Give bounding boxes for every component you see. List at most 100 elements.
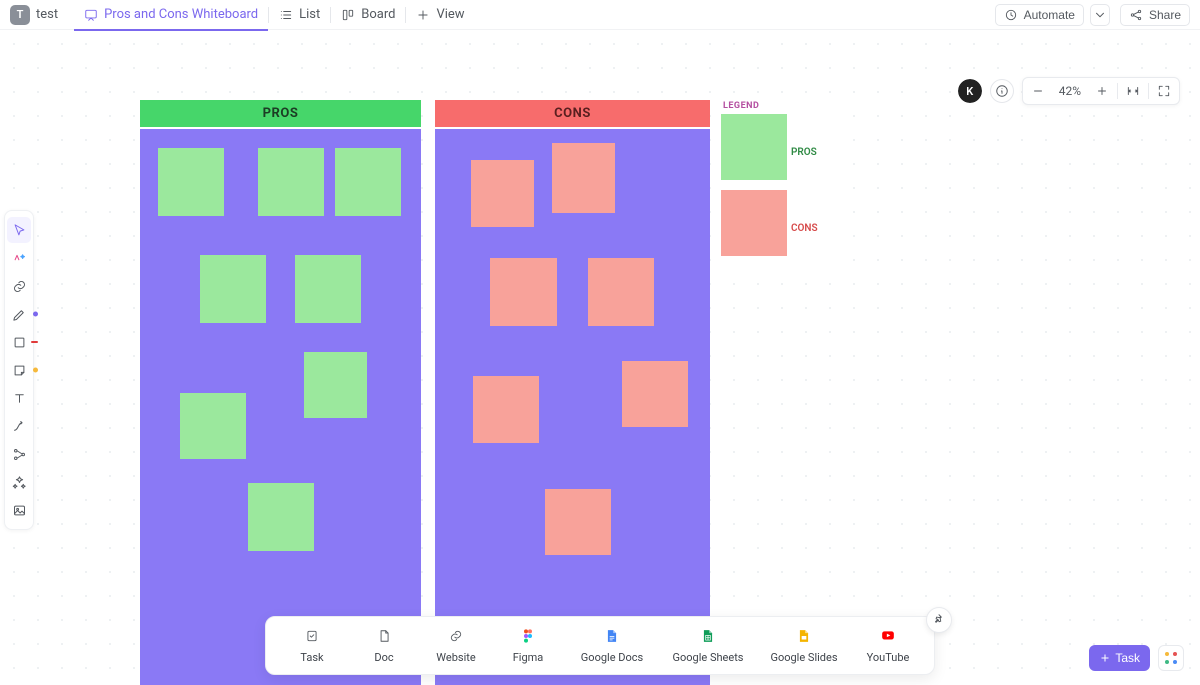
connector-tool[interactable]	[7, 413, 31, 439]
ai-sparkle-icon	[12, 251, 27, 266]
fit-width-icon	[1126, 84, 1140, 98]
insert-youtube[interactable]: YouTube	[852, 623, 924, 668]
tab-label: List	[299, 7, 320, 22]
zoom-out-button[interactable]	[1023, 77, 1053, 105]
sticky-tool[interactable]	[7, 357, 31, 383]
list-icon	[279, 8, 293, 22]
pen-color-indicator	[33, 312, 38, 317]
cons-note[interactable]	[545, 489, 611, 555]
link-tool[interactable]	[7, 273, 31, 299]
share-button[interactable]: Share	[1120, 4, 1190, 26]
task-label: Task	[1115, 651, 1140, 665]
cons-note[interactable]	[622, 361, 688, 427]
legend-swatch	[721, 114, 787, 180]
cons-note[interactable]	[552, 143, 615, 213]
insert-google-slides[interactable]: Google Slides	[756, 623, 852, 668]
fit-width-button[interactable]	[1118, 77, 1148, 105]
shape-color-indicator	[31, 341, 38, 343]
automate-dropdown[interactable]	[1090, 4, 1110, 26]
new-task-button[interactable]: Task	[1089, 645, 1150, 671]
space-badge[interactable]: T	[10, 5, 30, 25]
task-icon	[305, 629, 319, 643]
insert-bar: Task Doc Website Figma Google Docs Go	[265, 616, 935, 675]
cons-header[interactable]: CONS	[435, 100, 710, 127]
image-tool[interactable]	[7, 497, 31, 523]
sparkles-icon	[12, 475, 27, 490]
automate-button[interactable]: Automate	[995, 4, 1084, 26]
globe-link-icon	[449, 629, 463, 643]
plus-icon	[416, 8, 430, 22]
doc-icon	[377, 629, 391, 643]
insert-label: Google Docs	[581, 651, 643, 664]
info-button[interactable]	[990, 79, 1014, 103]
pros-note[interactable]	[258, 148, 324, 216]
select-tool[interactable]	[7, 217, 31, 243]
cursor-icon	[12, 223, 27, 238]
legend-label: PROS	[791, 147, 817, 158]
insert-google-docs[interactable]: Google Docs	[564, 623, 660, 668]
cons-note[interactable]	[588, 258, 654, 326]
image-icon	[12, 503, 27, 518]
gsheets-icon	[699, 627, 717, 645]
cons-note[interactable]	[473, 376, 539, 443]
pros-note[interactable]	[304, 352, 367, 418]
relation-tool[interactable]	[7, 441, 31, 467]
add-view-label: View	[436, 7, 464, 22]
insert-task[interactable]: Task	[276, 623, 348, 668]
tab-list[interactable]: List	[269, 0, 330, 30]
cons-note[interactable]	[490, 258, 557, 326]
tab-whiteboard[interactable]: Pros and Cons Whiteboard	[74, 0, 268, 30]
pen-tool[interactable]	[7, 301, 31, 327]
info-icon	[995, 84, 1009, 98]
tab-board[interactable]: Board	[331, 0, 405, 30]
insert-google-sheets[interactable]: Google Sheets	[660, 623, 756, 668]
add-view-button[interactable]: View	[406, 0, 474, 30]
share-label: Share	[1149, 8, 1181, 22]
text-tool[interactable]	[7, 385, 31, 411]
insert-figma[interactable]: Figma	[492, 623, 564, 668]
legend-row: PROS	[717, 114, 833, 190]
legend-panel[interactable]: LEGENDPROSCONS	[717, 96, 833, 266]
magic-tool[interactable]	[7, 469, 31, 495]
avatar[interactable]: K	[958, 79, 982, 103]
space-name[interactable]: test	[36, 7, 58, 22]
sticky-color-indicator	[33, 368, 38, 373]
pros-note[interactable]	[200, 255, 266, 323]
insert-website[interactable]: Website	[420, 623, 492, 668]
pros-note[interactable]	[335, 148, 401, 216]
gdocs-icon	[603, 627, 621, 645]
zoom-in-button[interactable]	[1087, 77, 1117, 105]
insert-doc[interactable]: Doc	[348, 623, 420, 668]
fullscreen-button[interactable]	[1149, 77, 1179, 105]
insert-label: Task	[300, 651, 323, 664]
apps-button[interactable]	[1158, 645, 1184, 671]
youtube-icon	[879, 627, 897, 645]
sticky-icon	[12, 363, 27, 378]
insert-label: Doc	[374, 651, 393, 664]
plus-icon	[1099, 652, 1111, 664]
pros-note[interactable]	[180, 393, 246, 459]
chevron-down-icon	[1093, 8, 1107, 22]
zoom-level[interactable]: 42%	[1053, 84, 1087, 98]
insert-label: Website	[436, 651, 475, 664]
ai-tool[interactable]	[7, 245, 31, 271]
top-header: T test Pros and Cons Whiteboard List Boa…	[0, 0, 1200, 30]
pen-icon	[12, 307, 27, 322]
pin-icon	[932, 613, 946, 627]
pros-header[interactable]: PROS	[140, 100, 421, 127]
pros-note[interactable]	[295, 255, 361, 323]
share-icon	[1129, 8, 1143, 22]
pin-insert-bar-button[interactable]	[926, 607, 952, 633]
pros-note[interactable]	[158, 148, 224, 216]
automate-label: Automate	[1024, 8, 1075, 22]
insert-label: Google Sheets	[673, 651, 744, 664]
legend-row: CONS	[717, 190, 833, 266]
tab-label: Pros and Cons Whiteboard	[104, 7, 258, 22]
pros-note[interactable]	[248, 483, 314, 551]
cons-note[interactable]	[471, 160, 534, 227]
board-icon	[341, 8, 355, 22]
fullscreen-icon	[1157, 84, 1171, 98]
whiteboard-canvas[interactable]: K 42% PROSCONSLEGENDPROSCONS	[0, 30, 1200, 685]
relation-icon	[12, 447, 27, 462]
shape-tool[interactable]	[7, 329, 31, 355]
